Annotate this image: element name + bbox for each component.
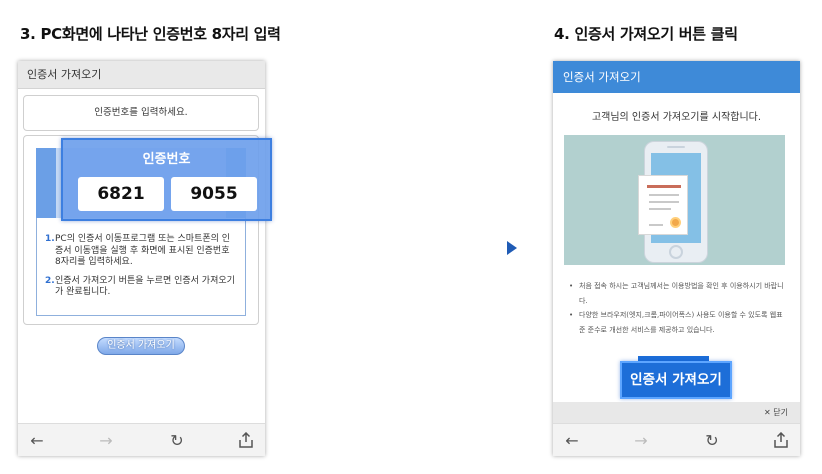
note-text: 다양한 브라우저(엣지,크롬,파이어폭스) 사용도 이용할 수 있도록 웹표준 … bbox=[579, 311, 783, 334]
left-phone-titlebar: 인증서 가져오기 bbox=[18, 61, 265, 89]
share-icon[interactable] bbox=[772, 431, 790, 450]
forward-arrow-icon[interactable]: → bbox=[97, 432, 115, 450]
instruction-item: 2. 인증서 가져오기 버튼을 누르면 인증서 가져오기가 완료됩니다. bbox=[45, 276, 237, 299]
left-phone-screen: 인증서 가져오기 인증번호를 입력하세요. 1. PC의 인증서 이동프로그램 … bbox=[18, 61, 265, 456]
get-certificate-button[interactable]: 인증서 가져오기 bbox=[620, 361, 732, 399]
certificate-text-line bbox=[649, 224, 663, 226]
instruction-number: 1. bbox=[45, 234, 55, 244]
certificate-seal-icon bbox=[670, 217, 681, 228]
browser-nav-bar: ← → ↻ bbox=[553, 423, 800, 456]
browser-nav-bar: ← → ↻ bbox=[18, 423, 265, 456]
phone-speaker bbox=[667, 146, 685, 148]
note-text: 처음 접속 하시는 고객님께서는 이용방법을 확인 후 이용하시기 바랍니다. bbox=[579, 282, 784, 305]
get-certificate-button-small[interactable]: 인증서 가져오기 bbox=[97, 337, 185, 355]
usage-notes: • 처음 접속 하시는 고객님께서는 이용방법을 확인 후 이용하시기 바랍니다… bbox=[569, 279, 784, 337]
certificate-illustration bbox=[564, 135, 785, 265]
note-item: • 처음 접속 하시는 고객님께서는 이용방법을 확인 후 이용하시기 바랍니다… bbox=[569, 279, 784, 308]
instruction-item: 1. PC의 인증서 이동프로그램 또는 스마트폰의 인증서 이동앱을 실행 후… bbox=[45, 234, 237, 269]
instruction-text: 인증서 가져오기 버튼을 누르면 인증서 가져오기가 완료됩니다. bbox=[55, 275, 235, 298]
intro-text: 고객님의 인증서 가져오기를 시작합니다. bbox=[591, 112, 762, 123]
phone-home-button bbox=[669, 245, 683, 259]
close-button[interactable]: ✕ 닫기 bbox=[553, 402, 800, 423]
share-icon[interactable] bbox=[237, 431, 255, 450]
auth-code-highlight: 인증번호 6821 9055 bbox=[61, 138, 272, 221]
refresh-icon[interactable]: ↻ bbox=[168, 432, 186, 450]
certificate-document-icon bbox=[638, 175, 688, 235]
right-phone-titlebar: 인증서 가져오기 bbox=[553, 61, 800, 93]
note-item: • 다양한 브라우저(엣지,크롬,파이어폭스) 사용도 이용할 수 있도록 웹표… bbox=[569, 308, 784, 337]
bullet-icon: • bbox=[569, 282, 574, 290]
instructions-list: 1. PC의 인증서 이동프로그램 또는 스마트폰의 인증서 이동앱을 실행 후… bbox=[36, 218, 246, 316]
refresh-icon[interactable]: ↻ bbox=[703, 432, 721, 450]
back-arrow-icon[interactable]: ← bbox=[563, 432, 581, 450]
step-4-title: 4. 인증서 가져오기 버튼 클릭 bbox=[554, 25, 738, 43]
instruction-number: 2. bbox=[45, 275, 55, 286]
instruction-text: PC의 인증서 이동프로그램 또는 스마트폰의 인증서 이동앱을 실행 후 화면… bbox=[55, 234, 231, 267]
auth-code-title: 인증번호 bbox=[142, 152, 191, 167]
code-prompt: 인증번호를 입력하세요. bbox=[23, 95, 259, 131]
right-phone-screen: 인증서 가져오기 고객님의 인증서 가져오기를 시작합니다. • 처음 접속 하… bbox=[553, 61, 800, 456]
certificate-text-line bbox=[649, 201, 679, 203]
get-certificate-button-wrapper: 인증서 가져오기 bbox=[620, 356, 732, 400]
certificate-header-line bbox=[647, 185, 681, 188]
back-arrow-icon[interactable]: ← bbox=[28, 432, 46, 450]
certificate-text-line bbox=[649, 208, 671, 210]
next-step-arrow-icon bbox=[507, 241, 517, 255]
auth-code-part-2: 9055 bbox=[171, 177, 257, 211]
forward-arrow-icon[interactable]: → bbox=[632, 432, 650, 450]
step-3-title: 3. PC화면에 나타난 인증번호 8자리 입력 bbox=[20, 25, 281, 43]
certificate-text-line bbox=[649, 194, 679, 196]
bullet-icon: • bbox=[569, 311, 574, 319]
auth-code-part-1: 6821 bbox=[78, 177, 164, 211]
